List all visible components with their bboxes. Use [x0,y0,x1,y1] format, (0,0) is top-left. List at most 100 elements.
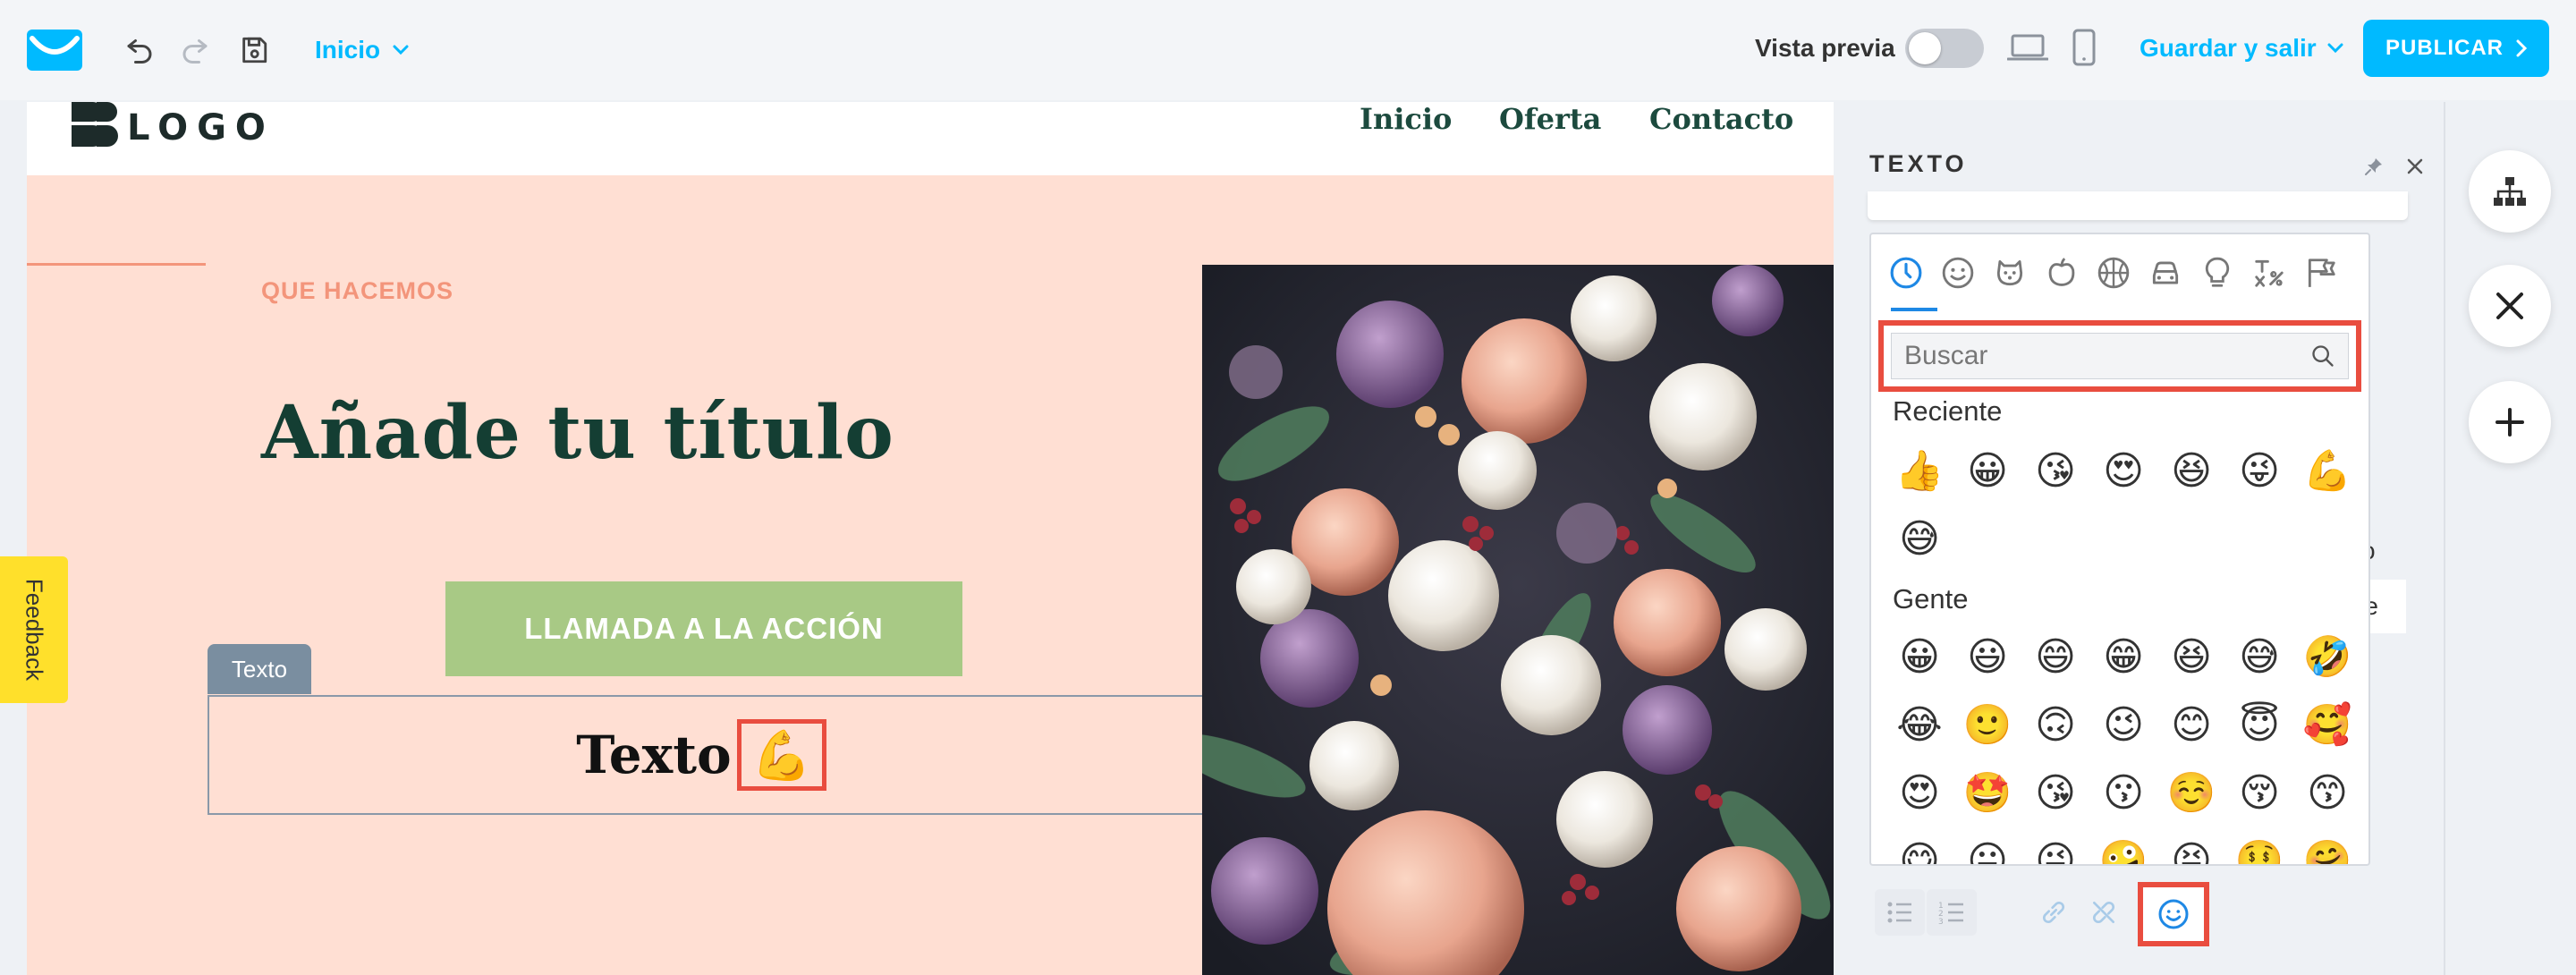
publish-button[interactable]: PUBLICAR [2363,20,2549,77]
emoji-item[interactable]: 😂 [1885,691,1953,759]
emoji-item[interactable]: 😘 [2021,759,2089,827]
page-selector-label: Inicio [315,36,381,64]
site-header[interactable]: LOGO Inicio Oferta Contacto [27,102,1834,175]
activity-category-icon[interactable] [2088,234,2140,311]
emoji-item[interactable]: 😊 [2157,691,2225,759]
text-block-text: Texto [576,725,732,785]
sitemap-button[interactable] [2469,150,2551,233]
emoji-button[interactable] [2138,882,2209,946]
food-category-icon[interactable] [2036,234,2088,311]
site-nav-contacto[interactable]: Contacto [1649,102,1793,136]
close-panel-icon[interactable] [2406,157,2424,180]
page-selector[interactable]: Inicio [315,32,409,68]
emoji-search-input[interactable] [1904,341,2310,371]
emoji-item[interactable]: 😀 [1953,437,2021,504]
svg-text:3: 3 [1938,918,1944,924]
app-logo-icon[interactable] [27,27,82,73]
people-category-icon[interactable] [1932,234,1984,311]
emoji-item[interactable]: 😃 [1953,623,2021,691]
editor-canvas[interactable]: LOGO Inicio Oferta Contacto QUE HACEMOS … [27,102,1834,975]
top-toolbar: Inicio Vista previa Guardar y salir PUBL… [0,0,2576,100]
format-toolbar: 123 [1868,878,2368,946]
emoji-item[interactable]: 🙃 [2021,691,2089,759]
travel-category-icon[interactable] [2140,234,2191,311]
close-button[interactable] [2469,265,2551,347]
emoji-item[interactable]: 😅 [2225,623,2293,691]
link-icon[interactable] [2029,889,2079,936]
chevron-right-icon [2516,39,2527,57]
emoji-search-box[interactable] [1891,333,2349,379]
emoji-item[interactable]: 😉 [2089,691,2157,759]
symbols-category-icon[interactable] [2243,234,2295,311]
numbered-list-icon[interactable]: 123 [1927,889,1977,936]
emoji-item[interactable]: 😚 [2225,759,2293,827]
redo-icon[interactable] [175,30,215,70]
emoji-item[interactable]: 🤪 [2089,827,2157,864]
emoji-item[interactable]: 😄 [2021,623,2089,691]
emoji-item[interactable]: 😜 [2021,827,2089,865]
emoji-item[interactable]: 😅 [1885,504,1953,572]
emoji-item[interactable]: 💪 [2293,437,2361,504]
feedback-tab[interactable]: Feedback [0,556,68,703]
emoji-item[interactable]: 😗 [2089,759,2157,827]
emoji-item[interactable]: 😝 [2157,827,2225,865]
emoji-item[interactable]: 😀 [1885,623,1953,691]
preview-label: Vista previa [1755,34,1895,62]
emoji-item[interactable]: 🤣 [2293,623,2361,691]
search-icon [2312,345,2334,367]
site-nav-inicio[interactable]: Inicio [1360,102,1452,136]
site-nav-oferta[interactable]: Oferta [1499,102,1601,136]
recent-category-icon[interactable] [1880,234,1937,311]
emoji-item[interactable]: 🤗 [2293,827,2361,864]
plus-icon [2496,408,2524,437]
animals-category-icon[interactable] [1984,234,2036,311]
people-section-label: Gente [1893,583,1969,615]
publish-label: PUBLICAR [2385,36,2504,60]
accent-divider [27,263,206,266]
preview-toggle[interactable] [1905,29,1984,68]
flexed-biceps-emoji: 💪 [751,725,812,784]
emoji-item[interactable]: 😛 [1953,827,2021,865]
emoji-item[interactable]: ☺️ [2157,759,2225,827]
emoji-item[interactable]: 😇 [2225,691,2293,759]
save-icon[interactable] [234,30,274,70]
emoji-item[interactable]: 🤑 [2225,827,2293,864]
selected-text-block[interactable]: Texto 💪 [208,695,1234,815]
mobile-view-icon[interactable] [2068,27,2100,68]
flower-bouquet-image[interactable] [1202,265,1834,975]
logo-mark-icon [72,102,118,151]
add-element-button[interactable] [2469,381,2551,463]
sitemap-icon [2494,177,2526,206]
section-eyebrow[interactable]: QUE HACEMOS [261,277,453,305]
emoji-item[interactable]: 🥰 [2293,691,2361,759]
chevron-down-icon [393,45,409,55]
emoji-item[interactable]: 😘 [2021,437,2089,504]
emoji-item[interactable]: 😆 [2157,437,2225,504]
emoji-item[interactable]: 😋 [1885,827,1953,865]
emoji-picker[interactable]: Reciente 👍😀😘😍😆😜💪😅 Gente 😀😃😄😁😆😅🤣😂🙂🙃😉😊😇🥰😍🤩… [1869,233,2370,866]
cta-button[interactable]: LLAMADA A LA ACCIÓN [445,581,962,676]
text-block-content[interactable]: Texto 💪 [209,697,1193,813]
flags-category-icon[interactable] [2295,234,2347,311]
save-and-exit-button[interactable]: Guardar y salir [2140,30,2343,66]
text-editor-field[interactable] [1868,191,2408,220]
emoji-item[interactable]: 😁 [2089,623,2157,691]
recent-emoji-grid: 👍 😀 😘 😍 😆 😜 💪 😅 [1885,437,2361,572]
desktop-view-icon[interactable] [2005,30,2050,66]
bullet-list-icon[interactable] [1875,889,1925,936]
emoji-item[interactable]: 😍 [2089,437,2157,504]
emoji-item[interactable]: 😍 [1885,759,1953,827]
objects-category-icon[interactable] [2191,234,2243,311]
recent-section-label: Reciente [1893,395,2003,427]
emoji-item[interactable]: 😙 [2293,759,2361,827]
hero-title[interactable]: Añade tu título [261,390,894,476]
unlink-icon[interactable] [2079,889,2129,936]
emoji-item[interactable]: 😆 [2157,623,2225,691]
undo-icon[interactable] [120,30,159,70]
save-and-exit-label: Guardar y salir [2140,34,2317,62]
emoji-item[interactable]: 😜 [2225,437,2293,504]
emoji-item[interactable]: 👍 [1885,437,1953,504]
emoji-item[interactable]: 🤩 [1953,759,2021,827]
pin-icon[interactable] [2363,156,2385,182]
emoji-item[interactable]: 🙂 [1953,691,2021,759]
